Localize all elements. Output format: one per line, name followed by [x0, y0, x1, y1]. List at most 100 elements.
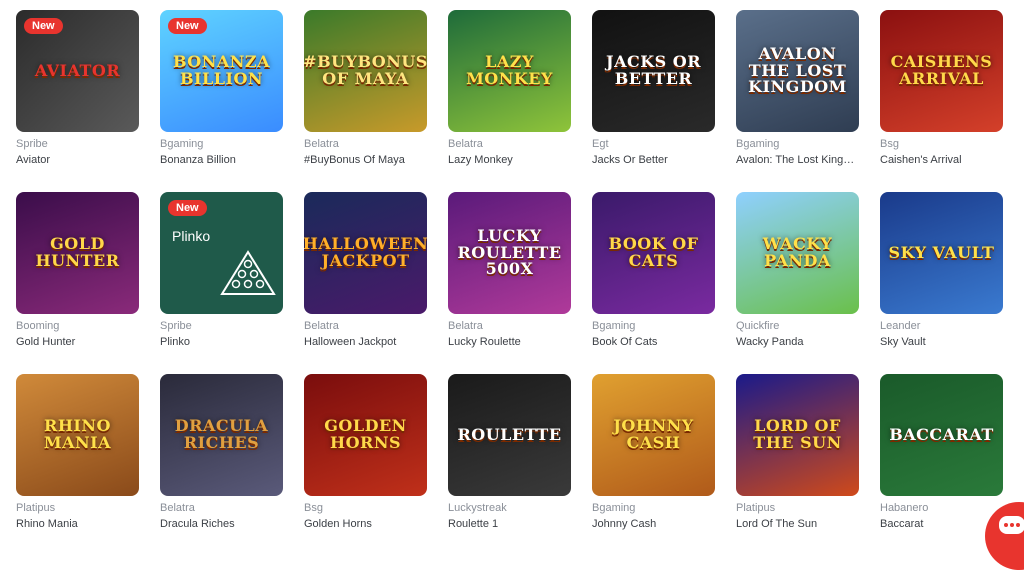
game-name[interactable]: Lucky Roulette: [448, 335, 571, 349]
game-thumbnail[interactable]: Plinko New: [160, 192, 283, 314]
game-name[interactable]: #BuyBonus Of Maya: [304, 153, 427, 167]
game-thumbnail[interactable]: Jacks or Better: [592, 10, 715, 132]
game-card[interactable]: Roulette Luckystreak Roulette 1: [448, 374, 571, 531]
game-card[interactable]: Lord of the Sun Platipus Lord Of The Sun: [736, 374, 859, 531]
game-art-title: Sky Vault: [888, 242, 995, 262]
game-name[interactable]: Avalon: The Lost King…: [736, 153, 859, 167]
game-thumbnail[interactable]: Avalon The Lost Kingdom: [736, 10, 859, 132]
game-card[interactable]: Baccarat Habanero Baccarat: [880, 374, 1003, 531]
game-name[interactable]: Jacks Or Better: [592, 153, 715, 167]
game-name[interactable]: Plinko: [160, 335, 283, 349]
game-name[interactable]: Roulette 1: [448, 517, 571, 531]
game-art-title: Lucky Roulette 500x: [457, 225, 562, 279]
game-name[interactable]: Book Of Cats: [592, 335, 715, 349]
games-grid: Aviator New Spribe Aviator Bonanza Billion Ne…: [16, 10, 1003, 531]
game-art-title: Dracula Riches: [174, 416, 269, 452]
game-provider: Egt: [592, 138, 609, 150]
game-provider: Spribe: [160, 320, 192, 332]
game-art-title: Bonanza Billion: [172, 52, 270, 88]
game-card[interactable]: Rhino Mania Platipus Rhino Mania: [16, 374, 139, 531]
game-thumbnail[interactable]: Golden Horns: [304, 374, 427, 496]
game-card[interactable]: Golden Horns Bsg Golden Horns: [304, 374, 427, 531]
game-name[interactable]: Lazy Monkey: [448, 153, 571, 167]
game-thumbnail[interactable]: Bonanza Billion New: [160, 10, 283, 132]
game-card[interactable]: #buyBonus of Maya Belatra #BuyBonus Of May…: [304, 10, 427, 167]
game-thumbnail[interactable]: Halloween Jackpot: [304, 192, 427, 314]
game-art-title: Caishens Arrival: [890, 52, 993, 88]
game-name[interactable]: Lord Of The Sun: [736, 517, 859, 531]
game-provider: Belatra: [448, 138, 483, 150]
game-card[interactable]: Halloween Jackpot Belatra Halloween Jackpo…: [304, 192, 427, 349]
game-thumbnail[interactable]: Sky Vault: [880, 192, 1003, 314]
game-provider: Bgaming: [736, 138, 780, 150]
game-name[interactable]: Caishen's Arrival: [880, 153, 1003, 167]
game-card[interactable]: Lazy Monkey Belatra Lazy Monkey: [448, 10, 571, 167]
game-thumbnail[interactable]: Book of Cats: [592, 192, 715, 314]
game-thumbnail[interactable]: Lazy Monkey: [448, 10, 571, 132]
game-name[interactable]: Bonanza Billion: [160, 153, 283, 167]
game-card[interactable]: Plinko New Spribe Plinko: [160, 192, 283, 349]
game-art-title: Gold Hunter: [35, 234, 120, 270]
game-thumbnail[interactable]: Gold Hunter: [16, 192, 139, 314]
game-art-title: Avalon The Lost Kingdom: [748, 43, 847, 97]
game-art-title: Halloween Jackpot: [304, 234, 427, 270]
game-card[interactable]: Caishens Arrival Bsg Caishen's Arrival: [880, 10, 1003, 167]
game-name[interactable]: Gold Hunter: [16, 335, 139, 349]
game-art-title: Lord of the Sun: [753, 416, 842, 452]
game-name[interactable]: Golden Horns: [304, 517, 427, 531]
game-thumbnail[interactable]: Wacky Panda: [736, 192, 859, 314]
game-art-title: Baccarat: [889, 424, 994, 444]
game-card[interactable]: Sky Vault Leander Sky Vault: [880, 192, 1003, 349]
game-thumbnail[interactable]: Aviator New: [16, 10, 139, 132]
game-thumbnail[interactable]: Dracula Riches: [160, 374, 283, 496]
game-card[interactable]: Wacky Panda Quickfire Wacky Panda: [736, 192, 859, 349]
game-card[interactable]: Dracula Riches Belatra Dracula Riches: [160, 374, 283, 531]
game-name[interactable]: Rhino Mania: [16, 517, 139, 531]
game-art-title: Jacks or Better: [606, 52, 701, 88]
game-card[interactable]: Bonanza Billion New Bgaming Bonanza Billion: [160, 10, 283, 167]
game-provider: Belatra: [304, 138, 339, 150]
plinko-pegs-icon: [220, 250, 276, 295]
game-card[interactable]: Aviator New Spribe Aviator: [16, 10, 139, 167]
game-art-title: Roulette: [457, 424, 562, 444]
game-name[interactable]: Sky Vault: [880, 335, 1003, 349]
game-art-title: Rhino Mania: [43, 416, 112, 452]
game-provider: Spribe: [16, 138, 48, 150]
game-provider: Bsg: [304, 502, 323, 514]
game-card[interactable]: Johnny Cash Bgaming Johnny Cash: [592, 374, 715, 531]
game-thumbnail[interactable]: Roulette: [448, 374, 571, 496]
game-card[interactable]: Avalon The Lost Kingdom Bgaming Avalon: Th…: [736, 10, 859, 167]
game-thumbnail[interactable]: Lord of the Sun: [736, 374, 859, 496]
game-provider: Bgaming: [592, 502, 636, 514]
game-art-title: Wacky Panda: [762, 234, 833, 270]
game-provider: Booming: [16, 320, 60, 332]
game-provider: Belatra: [160, 502, 195, 514]
game-provider: Luckystreak: [448, 502, 507, 514]
game-name[interactable]: Wacky Panda: [736, 335, 859, 349]
game-thumbnail[interactable]: Rhino Mania: [16, 374, 139, 496]
game-provider: Platipus: [16, 502, 56, 514]
game-card[interactable]: Lucky Roulette 500x Belatra Lucky Roulette: [448, 192, 571, 349]
game-name[interactable]: Baccarat: [880, 517, 1003, 531]
game-art-title: Golden Horns: [324, 416, 407, 452]
new-badge: New: [168, 18, 207, 34]
game-name[interactable]: Aviator: [16, 153, 139, 167]
game-provider: Quickfire: [736, 320, 780, 332]
game-card[interactable]: Book of Cats Bgaming Book Of Cats: [592, 192, 715, 349]
game-thumbnail[interactable]: Baccarat: [880, 374, 1003, 496]
game-provider: Platipus: [736, 502, 776, 514]
game-name[interactable]: Johnny Cash: [592, 517, 715, 531]
game-thumbnail[interactable]: Johnny Cash: [592, 374, 715, 496]
game-thumbnail[interactable]: Caishens Arrival: [880, 10, 1003, 132]
new-badge: New: [24, 18, 63, 34]
game-thumbnail[interactable]: #buyBonus of Maya: [304, 10, 427, 132]
game-name[interactable]: Dracula Riches: [160, 517, 283, 531]
game-art-title: Book of Cats: [608, 234, 699, 270]
game-name[interactable]: Halloween Jackpot: [304, 335, 427, 349]
chat-bubble-icon: [999, 516, 1024, 534]
game-art-title: Johnny Cash: [613, 416, 694, 452]
game-thumbnail[interactable]: Lucky Roulette 500x: [448, 192, 571, 314]
game-card[interactable]: Gold Hunter Booming Gold Hunter: [16, 192, 139, 349]
game-provider: Bsg: [880, 138, 899, 150]
game-card[interactable]: Jacks or Better Egt Jacks Or Better: [592, 10, 715, 167]
